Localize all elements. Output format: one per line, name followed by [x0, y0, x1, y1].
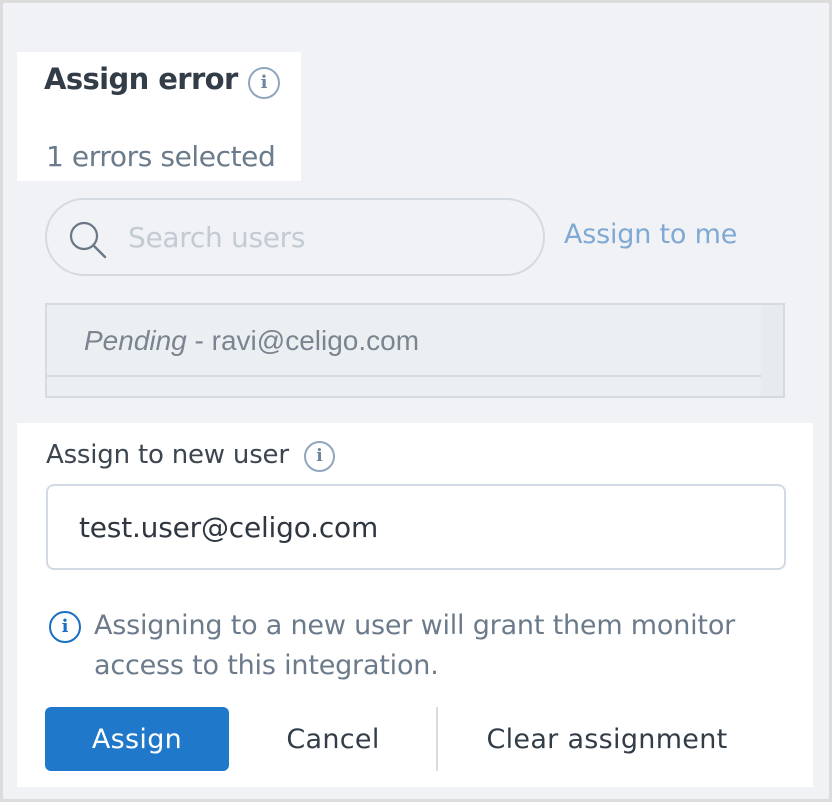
cancel-button[interactable]: Cancel [252, 707, 414, 771]
search-users-box[interactable]: Search users [45, 198, 545, 276]
assign-to-me-link[interactable]: Assign to me [564, 219, 737, 250]
search-input-placeholder[interactable]: Search users [128, 221, 305, 254]
list-item-text: Pending - ravi@celigo.com [84, 325, 419, 357]
search-icon [69, 221, 107, 259]
assign-button[interactable]: Assign [45, 707, 229, 771]
clear-assignment-button[interactable]: Clear assignment [462, 707, 752, 771]
user-list: Pending - ravi@celigo.com [45, 303, 785, 398]
list-item[interactable]: Pending - ravi@celigo.com [47, 305, 763, 377]
note-info-icon: i [49, 611, 81, 643]
selected-count: 1 errors selected [46, 140, 276, 173]
button-divider [436, 707, 438, 771]
list-item-separator: - [186, 325, 212, 356]
new-user-email-input[interactable] [46, 484, 786, 570]
new-user-label: Assign to new user [46, 440, 289, 470]
title-info-icon[interactable]: i [248, 67, 280, 99]
new-user-info-icon[interactable]: i [304, 441, 335, 472]
list-scrollbar[interactable] [761, 305, 783, 396]
pending-status: Pending [84, 325, 187, 356]
list-item-email: ravi@celigo.com [211, 325, 420, 356]
page-title: Assign error [44, 62, 238, 96]
grant-access-note: Assigning to a new user will grant them … [94, 610, 736, 681]
